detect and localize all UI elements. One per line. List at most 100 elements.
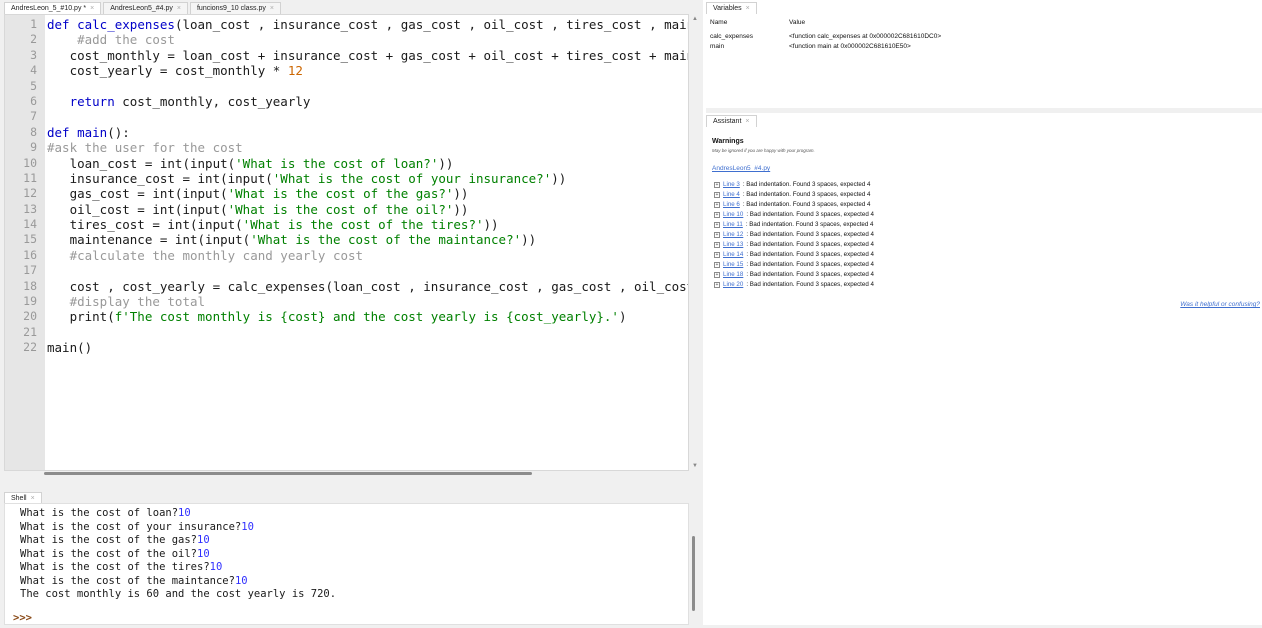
warning-line-link[interactable]: Line 18	[723, 271, 743, 278]
comment: #ask the user for the cost	[47, 140, 243, 156]
warning-line-link[interactable]: Line 13	[723, 241, 743, 248]
warning-line-link[interactable]: Line 20	[723, 281, 743, 288]
code-line[interactable]: 7	[5, 109, 688, 124]
line-number: 4	[30, 63, 37, 78]
shell-prompt-text: What is the cost of the tires?	[20, 561, 210, 573]
expand-icon[interactable]: +	[714, 261, 720, 268]
function-name: calc_expenses	[77, 17, 175, 32]
code-text: ))	[483, 217, 499, 233]
warning-line-link[interactable]: Line 10	[723, 211, 743, 218]
editor-horizontal-scrollbar[interactable]	[44, 472, 532, 475]
code-line[interactable]: 17	[5, 263, 688, 278]
close-icon[interactable]: ×	[746, 3, 750, 14]
warning-line-link[interactable]: Line 15	[723, 261, 743, 268]
shell-prompt-text: What is the cost of the maintance?	[20, 574, 235, 587]
expand-icon[interactable]: +	[714, 181, 720, 188]
close-icon[interactable]: ×	[177, 3, 181, 14]
tab-variables[interactable]: Variables ×	[706, 2, 757, 14]
shell-pane: Shell × What is the cost of loan?10 What …	[0, 487, 703, 628]
close-icon[interactable]: ×	[745, 116, 749, 127]
code-text: ))	[551, 170, 567, 186]
code-text: maintenance = int(input('What is the cos…	[47, 232, 537, 247]
expand-icon[interactable]: +	[714, 231, 720, 238]
code-line[interactable]: 22 main()	[5, 340, 688, 355]
code-line[interactable]: 21	[5, 325, 688, 340]
shell-prompt[interactable]: >>>	[13, 612, 32, 624]
warning-line-link[interactable]: Line 12	[723, 231, 743, 238]
code-line[interactable]: 6 return cost_monthly, cost_yearly	[5, 94, 688, 109]
tab-andresleon-5-10[interactable]: AndresLeon_5_#10.py * ×	[4, 2, 102, 14]
code-line[interactable]: 2 #add the cost	[5, 32, 688, 47]
expand-icon[interactable]: +	[714, 221, 720, 228]
line-number: 11	[23, 170, 37, 185]
warnings-subtitle: May be ignored if you are happy with you…	[712, 148, 815, 153]
code-line[interactable]: 13 oil_cost = int(input('What is the cos…	[5, 202, 688, 217]
code-text: cost_yearly = cost_monthly * 12	[47, 63, 303, 78]
warning-line-link[interactable]: Line 6	[723, 201, 740, 208]
code-line[interactable]: 8 def main():	[5, 125, 688, 140]
warning-line-link[interactable]: Line 14	[723, 251, 743, 258]
line-number: 2	[30, 32, 37, 47]
tab-andresleon5-4[interactable]: AndresLeon5_#4.py ×	[103, 2, 188, 14]
editor-vertical-scrollbar[interactable]: ▲ ▼	[690, 14, 702, 471]
scroll-down-icon[interactable]: ▼	[692, 463, 698, 469]
code-line[interactable]: 4 cost_yearly = cost_monthly * 12	[5, 63, 688, 78]
value-column-header[interactable]: Value	[789, 19, 805, 26]
code-line[interactable]: 19 #display the total	[5, 294, 688, 309]
expand-icon[interactable]: +	[714, 211, 720, 218]
string-literal: 'What is the cost of loan?'	[235, 155, 439, 171]
code-line[interactable]: 16 #calculate the monthly cand yearly co…	[5, 248, 688, 263]
file-link[interactable]: AndresLeon5_#4.py	[712, 165, 770, 172]
feedback-link[interactable]: Was it helpful or confusing?	[1180, 301, 1260, 308]
code-text: gas_cost = int(input(	[47, 186, 228, 202]
code-line[interactable]: 12 gas_cost = int(input('What is the cos…	[5, 186, 688, 201]
code-line[interactable]: 10 loan_cost = int(input('What is the co…	[5, 156, 688, 171]
tab-assistant[interactable]: Assistant ×	[706, 115, 757, 127]
tab-funcions9-10-class[interactable]: funcions9_10 class.py ×	[189, 2, 281, 14]
code-text: cost , cost_yearly = calc_expenses(loan_…	[47, 278, 689, 294]
expand-icon[interactable]: +	[714, 251, 720, 258]
code-line[interactable]: 20 print(f'The cost monthly is {cost} an…	[5, 309, 688, 324]
code-area[interactable]: 1 def calc_expenses(loan_cost , insurance…	[5, 17, 688, 356]
function-name: main	[77, 124, 108, 140]
expand-icon[interactable]: +	[714, 201, 720, 208]
warning-item: + Line 10: Bad indentation. Found 3 space…	[714, 211, 874, 218]
expand-icon[interactable]: +	[714, 281, 720, 288]
code-line[interactable]: 5	[5, 79, 688, 94]
code-text: main()	[47, 340, 93, 356]
shell-console[interactable]: What is the cost of loan?10 What is the …	[4, 503, 689, 625]
scroll-up-icon[interactable]: ▲	[692, 16, 698, 22]
expand-icon[interactable]: +	[714, 271, 720, 278]
shell-vertical-scrollbar[interactable]	[692, 536, 695, 611]
code-line[interactable]: 11 insurance_cost = int(input('What is t…	[5, 171, 688, 186]
code-line[interactable]: 15 maintenance = int(input('What is the …	[5, 232, 688, 247]
shell-output-line: What is the cost of the maintance?10	[20, 575, 248, 587]
warning-line-link[interactable]: Line 11	[723, 221, 743, 228]
comment: #display the total	[47, 294, 206, 310]
code-text: def main():	[47, 125, 130, 140]
line-number: 6	[30, 93, 37, 108]
line-number: 20	[23, 309, 37, 324]
expand-icon[interactable]: +	[714, 191, 720, 198]
code-line[interactable]: 9 #ask the user for the cost	[5, 140, 688, 155]
shell-output-line: What is the cost of the oil?10	[20, 548, 210, 560]
code-text: print(	[47, 309, 115, 325]
code-text: oil_cost = int(input(	[47, 201, 228, 217]
line-number: 15	[23, 232, 37, 247]
close-icon[interactable]: ×	[270, 3, 274, 14]
code-line[interactable]: 3 cost_monthly = loan_cost + insurance_c…	[5, 48, 688, 63]
code-line[interactable]: 18 cost , cost_yearly = calc_expenses(lo…	[5, 279, 688, 294]
expand-icon[interactable]: +	[714, 241, 720, 248]
warning-line-link[interactable]: Line 3	[723, 181, 740, 188]
variable-row[interactable]: main <function main at 0x000002C681610E50…	[710, 43, 1250, 50]
code-line[interactable]: 1 def calc_expenses(loan_cost , insurance…	[5, 17, 688, 32]
warning-line-link[interactable]: Line 4	[723, 191, 740, 198]
keyword: return	[69, 93, 115, 109]
name-column-header[interactable]: Name	[710, 19, 789, 26]
variable-row[interactable]: calc_expenses <function calc_expenses at …	[710, 33, 1250, 40]
close-icon[interactable]: ×	[90, 3, 94, 14]
variables-pane: Variables × Name Value calc_expenses <funct…	[706, 0, 1262, 108]
code-editor[interactable]: 1 def calc_expenses(loan_cost , insurance…	[4, 14, 689, 471]
code-line[interactable]: 14 tires_cost = int(input('What is the c…	[5, 217, 688, 232]
editor-pane: AndresLeon_5_#10.py * × AndresLeon5_#4.py…	[0, 0, 703, 487]
